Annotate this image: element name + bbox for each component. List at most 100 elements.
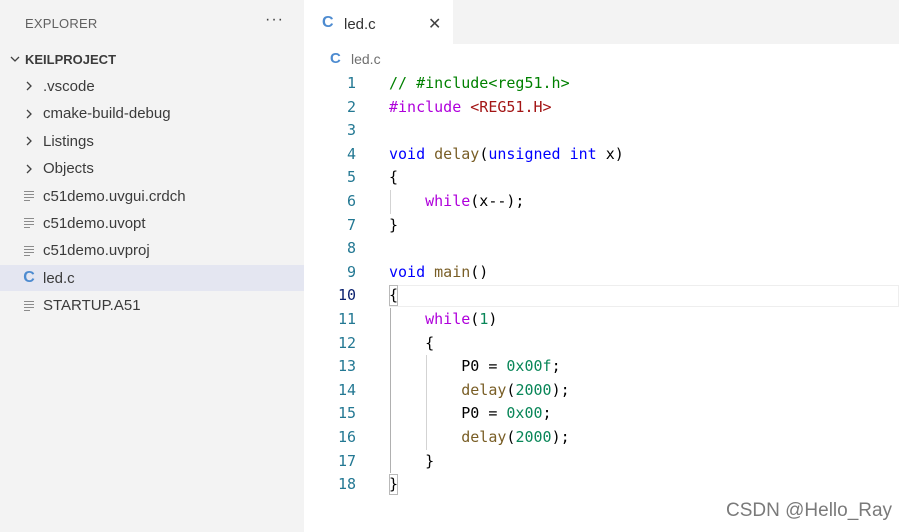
c-file-icon: C [322,14,334,31]
code-editor[interactable]: 1 // #include<reg51.h> 2 #include <REG51.H>… [304,72,899,532]
code-token: void [389,144,426,163]
tree-item-label: STARTUP.A51 [43,297,141,315]
explorer-title: EXPLORER [25,16,98,31]
explorer-header: EXPLORER ··· [0,0,304,46]
code-token: // #include<reg51.h> [389,74,570,92]
tree-item[interactable]: .vscode [0,73,304,99]
code-line: P0 = 0x00f; [389,355,560,379]
code-line: void delay(unsigned int x) [389,143,624,167]
line-number: 6 [346,192,356,210]
line-number: 18 [337,475,356,494]
code-token: while [425,192,471,210]
code-line: while(x--); [389,190,524,214]
chevron-right-icon [22,128,36,154]
line-number: 13 [337,357,356,376]
code-token: 2000 [515,380,552,399]
code-token: { [389,333,435,352]
tree-item[interactable]: c51demo.uvgui.crdch [0,183,304,209]
tab-led-c[interactable]: C led.c ✕ [304,0,453,46]
chevron-down-icon [8,46,22,72]
line-number: 2 [346,97,356,116]
file-lines-icon [22,293,36,319]
breadcrumb-item[interactable]: led.c [351,51,381,67]
bracket-match-highlight [389,285,398,307]
code-token: x) [596,144,624,163]
chevron-right-icon [22,156,36,182]
tree-item-label: led.c [43,269,75,287]
tree-item[interactable]: c51demo.uvproj [0,238,304,264]
line-number: 11 [337,310,356,328]
code-line: while(1) [389,308,497,332]
indent-guide [426,355,428,450]
code-token: 2000 [515,428,552,446]
line-number: 15 [337,404,356,423]
tree-item-label: c51demo.uvopt [43,214,146,232]
tree-item[interactable]: Objects [0,156,304,182]
file-lines-icon [22,183,36,209]
tree-item[interactable]: Cled.c [0,265,304,292]
line-number: 16 [337,428,356,446]
code-token: ); [551,428,570,446]
tree-item-label: KEILPROJECT [25,51,117,67]
line-number: 1 [346,74,356,92]
code-token: int [569,144,597,163]
file-lines-icon [22,210,36,236]
tree-item[interactable]: cmake-build-debug [0,101,304,127]
line-number: 10 [337,286,356,305]
chevron-right-icon [22,101,36,127]
explorer-sidebar: EXPLORER ··· KEILPROJECT .vscode cmake-bui… [0,0,304,532]
code-token: #include [389,97,462,116]
more-actions-icon[interactable]: ··· [265,11,284,29]
code-token: while [425,310,471,328]
code-line: { [389,332,434,356]
tree-item-label: cmake-build-debug [43,105,171,123]
code-token: ( [479,144,489,163]
code-token: () [470,262,489,281]
close-icon[interactable]: ✕ [428,14,441,34]
code-token: ) [488,310,498,328]
code-token: (x--); [470,192,525,210]
chevron-right-icon [22,73,36,99]
file-lines-icon [22,238,36,264]
tree-item-label: Listings [43,132,94,150]
tree-item-label: c51demo.uvgui.crdch [43,187,186,205]
code-token: 1 [479,310,489,328]
code-token: ( [470,310,480,328]
code-token: P0 = [389,357,507,376]
line-number: 3 [346,121,356,140]
code-token: 0x00f [506,357,552,376]
code-token: void [389,262,426,281]
tree-item[interactable]: Listings [0,128,304,154]
code-token: main [434,262,471,281]
code-token: unsigned [488,144,561,163]
tree-item[interactable]: STARTUP.A51 [0,293,304,319]
line-number: 14 [337,380,356,399]
code-line: { [389,166,398,190]
tree-item[interactable]: c51demo.uvopt [0,210,304,236]
line-number: 4 [346,144,356,163]
code-token: <REG51.H> [470,97,552,116]
code-line: // #include<reg51.h> [389,72,570,96]
code-line: } [389,214,398,238]
c-file-icon: C [23,269,35,287]
code-token: delay [434,144,480,163]
code-line: #include <REG51.H> [389,96,552,120]
indent-guide [390,308,391,474]
code-token: } [389,215,399,234]
tree-item[interactable]: KEILPROJECT [0,46,304,72]
line-number: 17 [337,451,356,470]
line-number: 5 [346,168,356,187]
code-token: { [389,168,399,187]
tree-item-label: Objects [43,160,94,178]
code-token: } [389,451,435,470]
code-token: P0 = [389,404,507,423]
code-token: ); [551,380,570,399]
